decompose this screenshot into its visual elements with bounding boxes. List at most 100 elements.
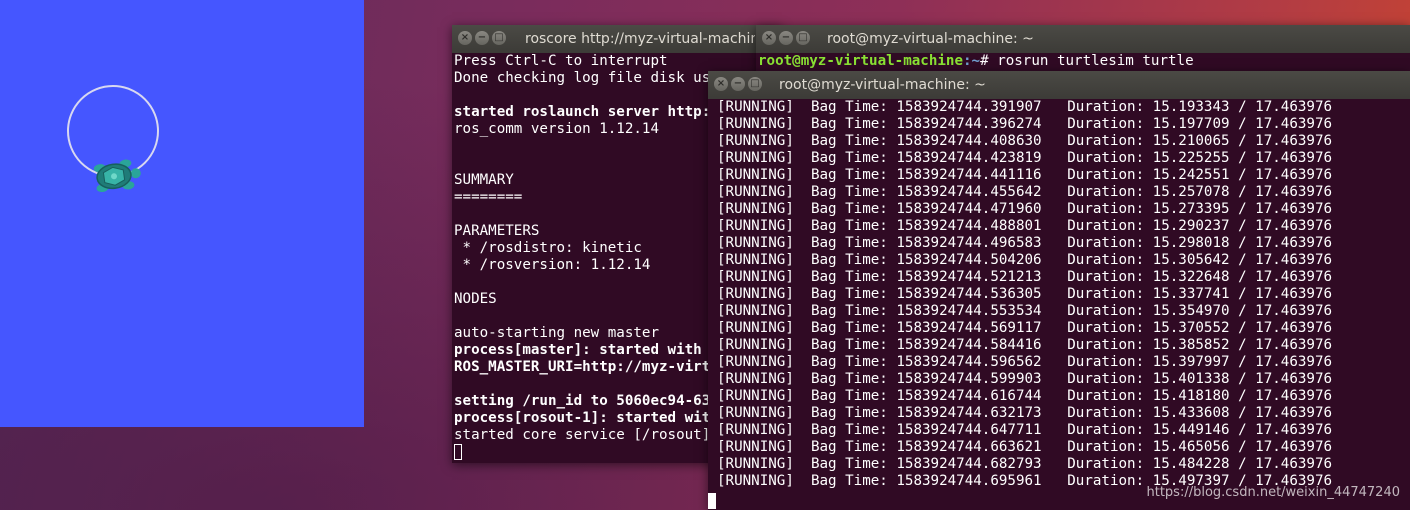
- rosbag-status: [RUNNING]: [717, 269, 794, 285]
- duration-value: 15.484228: [1152, 456, 1230, 472]
- maximize-icon[interactable]: □: [748, 77, 762, 91]
- bag-time-label: Bag Time:: [810, 303, 888, 319]
- rosbag-status: [RUNNING]: [717, 218, 794, 234]
- duration-label: Duration:: [1067, 303, 1145, 319]
- bag-time-label: Bag Time:: [810, 439, 888, 455]
- duration-value: 15.337741: [1152, 286, 1230, 302]
- rosbag-status: [RUNNING]: [717, 235, 794, 251]
- duration-value: 15.290237: [1152, 218, 1230, 234]
- rosbag-status: [RUNNING]: [717, 286, 794, 302]
- duration-value: 15.210065: [1152, 133, 1230, 149]
- rosbag-status: [RUNNING]: [717, 456, 794, 472]
- roscore-titlebar[interactable]: × − □ roscore http://myz-virtual-machine…: [452, 25, 782, 53]
- rosbag-status-line: [RUNNING] Bag Time: 1583924744.569117 Du…: [717, 320, 1333, 336]
- watermark: https://blog.csdn.net/weixin_44747240: [1146, 485, 1400, 500]
- close-icon[interactable]: ×: [458, 31, 472, 45]
- rosbag-status: [RUNNING]: [717, 371, 794, 387]
- rosbag-status: [RUNNING]: [717, 99, 794, 115]
- duration-value: 15.370552: [1152, 320, 1230, 336]
- duration-value: 15.197709: [1152, 116, 1230, 132]
- minimize-icon[interactable]: −: [731, 77, 745, 91]
- duration-total: 17.463976: [1255, 150, 1333, 166]
- rosbag-status: [RUNNING]: [717, 422, 794, 438]
- turtle-window-title: root@myz-virtual-machine: ~: [827, 31, 1034, 47]
- duration-label: Duration:: [1067, 286, 1145, 302]
- duration-label: Duration:: [1067, 150, 1145, 166]
- bag-time-value: 1583924744.616744: [896, 388, 1042, 404]
- bag-time-value: 1583924744.553534: [896, 303, 1042, 319]
- rosbag-status-line: [RUNNING] Bag Time: 1583924744.599903 Du…: [717, 371, 1333, 387]
- duration-value: 15.418180: [1152, 388, 1230, 404]
- duration-total: 17.463976: [1255, 184, 1333, 200]
- bag-time-label: Bag Time:: [810, 150, 888, 166]
- bag-time-label: Bag Time:: [810, 337, 888, 353]
- maximize-icon[interactable]: □: [492, 31, 506, 45]
- rosbag-status-line: [RUNNING] Bag Time: 1583924744.663621 Du…: [717, 439, 1333, 455]
- rosbag-status-line: [RUNNING] Bag Time: 1583924744.408630 Du…: [717, 133, 1333, 149]
- bag-time-value: 1583924744.682793: [896, 456, 1042, 472]
- rosbag-status-line: [RUNNING] Bag Time: 1583924744.488801 Du…: [717, 218, 1333, 234]
- bag-time-label: Bag Time:: [810, 456, 888, 472]
- turtle-terminal-output[interactable]: root@myz-virtual-machine:~# rosrun turtl…: [756, 53, 1410, 70]
- duration-total: 17.463976: [1255, 235, 1333, 251]
- bag-time-value: 1583924744.455642: [896, 184, 1042, 200]
- rosbag-status-line: [RUNNING] Bag Time: 1583924744.441116 Du…: [717, 167, 1333, 183]
- duration-value: 15.298018: [1152, 235, 1230, 251]
- rosbag-terminal-window[interactable]: × − □ root@myz-virtual-machine: ~ [RUNNI…: [708, 71, 1410, 510]
- maximize-icon[interactable]: □: [796, 31, 810, 45]
- duration-label: Duration:: [1067, 167, 1145, 183]
- close-icon[interactable]: ×: [714, 77, 728, 91]
- rosbag-status-line: [RUNNING] Bag Time: 1583924744.423819 Du…: [717, 150, 1333, 166]
- bag-time-label: Bag Time:: [810, 99, 888, 115]
- bag-time-value: 1583924744.496583: [896, 235, 1042, 251]
- duration-label: Duration:: [1067, 116, 1145, 132]
- rosbag-status: [RUNNING]: [717, 252, 794, 268]
- bag-time-label: Bag Time:: [810, 235, 888, 251]
- rosbag-status-line: [RUNNING] Bag Time: 1583924744.496583 Du…: [717, 235, 1333, 251]
- rosbag-status-line: [RUNNING] Bag Time: 1583924744.682793 Du…: [717, 456, 1333, 472]
- bag-time-label: Bag Time:: [810, 354, 888, 370]
- minimize-icon[interactable]: −: [475, 31, 489, 45]
- rosbag-status-line: [RUNNING] Bag Time: 1583924744.584416 Du…: [717, 337, 1333, 353]
- duration-label: Duration:: [1067, 456, 1145, 472]
- bag-time-label: Bag Time:: [810, 201, 888, 217]
- rosbag-titlebar[interactable]: × − □ root@myz-virtual-machine: ~: [708, 71, 1410, 99]
- duration-total: 17.463976: [1255, 422, 1333, 438]
- bag-time-value: 1583924744.391907: [896, 99, 1042, 115]
- bag-time-label: Bag Time:: [810, 286, 888, 302]
- rosbag-status-line: [RUNNING] Bag Time: 1583924744.536305 Du…: [717, 286, 1333, 302]
- bag-time-value: 1583924744.584416: [896, 337, 1042, 353]
- rosbag-status: [RUNNING]: [717, 337, 794, 353]
- duration-value: 15.433608: [1152, 405, 1230, 421]
- bag-time-value: 1583924744.663621: [896, 439, 1042, 455]
- duration-total: 17.463976: [1255, 252, 1333, 268]
- rosbag-status-line: [RUNNING] Bag Time: 1583924744.553534 Du…: [717, 303, 1333, 319]
- duration-label: Duration:: [1067, 439, 1145, 455]
- bag-time-value: 1583924744.408630: [896, 133, 1042, 149]
- duration-label: Duration:: [1067, 218, 1145, 234]
- rosbag-terminal-output[interactable]: [RUNNING] Bag Time: 1583924744.391907 Du…: [708, 99, 1410, 490]
- duration-value: 15.465056: [1152, 439, 1230, 455]
- bag-time-label: Bag Time:: [810, 252, 888, 268]
- rosbag-status-line: [RUNNING] Bag Time: 1583924744.596562 Du…: [717, 354, 1333, 370]
- trail-circle: [67, 85, 159, 177]
- duration-label: Duration:: [1067, 371, 1145, 387]
- duration-value: 15.257078: [1152, 184, 1230, 200]
- rosbag-status: [RUNNING]: [717, 473, 794, 489]
- duration-total: 17.463976: [1255, 388, 1333, 404]
- bag-time-value: 1583924744.504206: [896, 252, 1042, 268]
- bag-time-label: Bag Time:: [810, 218, 888, 234]
- turtle-titlebar[interactable]: × − □ root@myz-virtual-machine: ~: [756, 25, 1410, 53]
- minimize-icon[interactable]: −: [779, 31, 793, 45]
- duration-label: Duration:: [1067, 235, 1145, 251]
- duration-total: 17.463976: [1255, 167, 1333, 183]
- duration-value: 15.449146: [1152, 422, 1230, 438]
- duration-total: 17.463976: [1255, 320, 1333, 336]
- duration-label: Duration:: [1067, 320, 1145, 336]
- rosbag-status: [RUNNING]: [717, 167, 794, 183]
- close-icon[interactable]: ×: [762, 31, 776, 45]
- rosbag-status: [RUNNING]: [717, 184, 794, 200]
- duration-total: 17.463976: [1255, 218, 1333, 234]
- bag-time-label: Bag Time:: [810, 473, 888, 489]
- duration-value: 15.273395: [1152, 201, 1230, 217]
